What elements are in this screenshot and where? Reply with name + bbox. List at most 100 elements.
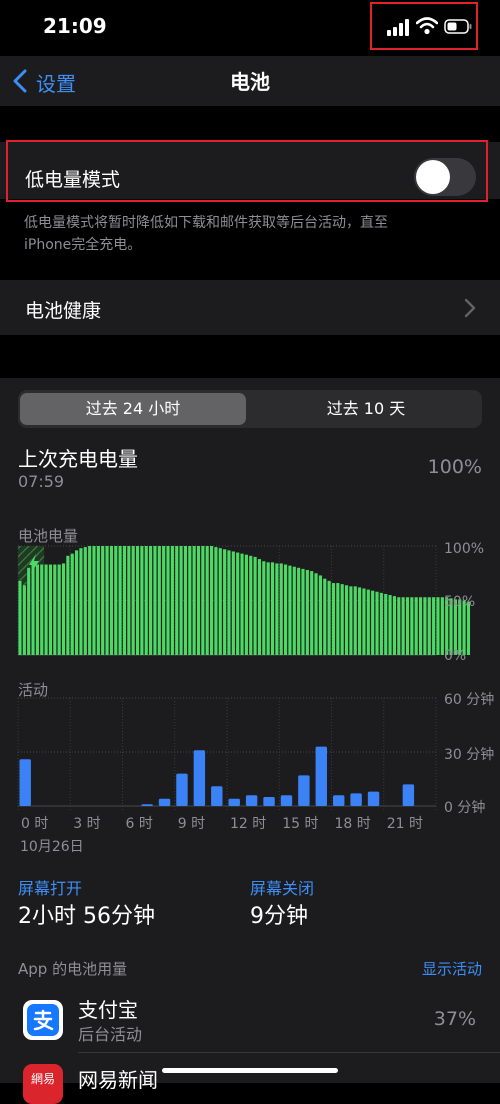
app-usage-title: App 的电池用量 xyxy=(18,960,128,978)
activity-bar xyxy=(280,795,293,806)
y-tick-label: 60 分钟 xyxy=(444,691,494,708)
battery-level-bar xyxy=(162,546,166,655)
battery-level-bar xyxy=(270,562,275,655)
battery-level-bar xyxy=(240,553,244,655)
battery-level-bar xyxy=(358,587,362,655)
y-tick-label: 0 分钟 xyxy=(444,799,485,816)
screen-on-value: 2小时 56分钟 xyxy=(18,904,155,929)
battery-level-bar xyxy=(297,567,301,655)
battery-level-bar xyxy=(44,564,48,655)
battery-level-bar xyxy=(275,563,279,655)
battery-level-bar xyxy=(236,552,240,655)
battery-level-bar xyxy=(253,556,257,655)
battery-level-bar xyxy=(209,546,214,655)
battery-level-bar xyxy=(70,553,74,655)
battery-level-chart: 100% 50% 0% xyxy=(17,541,484,664)
activity-chart: 60 分钟 30 分钟 0 分钟 0 时 3 时 6 时 9 时 12 时 15 时 18 … xyxy=(17,691,494,832)
status-icons-highlight xyxy=(370,2,478,50)
battery-level-bar xyxy=(432,597,436,655)
battery-level-bar xyxy=(183,546,188,655)
battery-level-bar xyxy=(66,555,70,655)
battery-level-bar xyxy=(223,549,227,655)
app-percent: 37% xyxy=(433,1008,476,1030)
battery-level-bar xyxy=(157,546,161,655)
screen-off-value: 9分钟 xyxy=(250,904,308,929)
activity-bar xyxy=(228,798,240,806)
battery-level-bar xyxy=(423,597,427,655)
battery-level-bar xyxy=(166,546,170,655)
tab-24-hours[interactable]: 过去 24 小时 xyxy=(20,393,246,425)
battery-level-bar xyxy=(101,546,105,655)
battery-level-bar xyxy=(92,546,96,655)
battery-level-bar xyxy=(327,580,331,655)
activity-bar xyxy=(315,746,327,806)
battery-level-bar xyxy=(397,597,401,655)
battery-level-bar xyxy=(192,546,196,655)
battery-level-bar xyxy=(153,546,157,655)
page-title: 电池 xyxy=(230,70,270,94)
row-divider xyxy=(78,1052,500,1053)
x-tick-label: 9 时 xyxy=(178,816,205,832)
home-indicator xyxy=(162,1068,338,1073)
battery-level-bar xyxy=(436,597,440,655)
battery-level-bar xyxy=(401,597,405,655)
status-time: 21:09 xyxy=(43,14,107,38)
x-tick-label: 18 时 xyxy=(335,816,371,832)
battery-level-bar xyxy=(344,585,349,655)
battery-level-bar xyxy=(305,569,309,655)
battery-level-bar xyxy=(288,565,292,655)
show-activity-button[interactable]: 显示活动 xyxy=(380,958,482,979)
tab-10-days[interactable]: 过去 10 天 xyxy=(252,393,480,425)
battery-level-bar xyxy=(118,546,122,655)
activity-bar xyxy=(350,793,362,806)
battery-level-bar xyxy=(262,561,266,655)
battery-level-bar xyxy=(96,546,100,655)
y-tick-label: 50% xyxy=(444,594,475,610)
x-tick-label: 0 时 xyxy=(21,816,48,832)
last-charge-value: 100% xyxy=(427,456,482,478)
activity-bar xyxy=(298,775,310,806)
battery-level-bar xyxy=(114,546,118,655)
battery-level-bar xyxy=(244,554,248,655)
activity-bar xyxy=(141,804,153,806)
battery-level-bar xyxy=(371,590,375,655)
activity-bar xyxy=(367,791,380,806)
battery-level-bar xyxy=(427,597,431,655)
toggle-knob xyxy=(416,160,450,194)
battery-level-bar xyxy=(170,546,174,655)
wifi-icon xyxy=(416,17,438,35)
battery-level-bar xyxy=(227,550,231,655)
battery-level-bar xyxy=(323,578,327,655)
battery-level-bar xyxy=(353,586,357,655)
y-tick-label: 30 分钟 xyxy=(444,746,494,763)
chevron-right-icon xyxy=(464,298,476,318)
app-subtitle: 后台活动 xyxy=(78,1025,143,1044)
battery-level-bar xyxy=(75,550,79,655)
activity-bar xyxy=(19,759,31,806)
status-bar: 21:09 xyxy=(0,0,500,56)
battery-health-label: 电池健康 xyxy=(25,300,102,322)
y-tick-label: 0% xyxy=(444,648,466,664)
battery-level-bar xyxy=(140,546,144,655)
app-name: 支付宝 xyxy=(78,998,138,1022)
activity-bar xyxy=(158,798,171,806)
last-charge-time: 07:59 xyxy=(18,472,65,491)
last-charge-label: 上次充电电量 xyxy=(18,447,138,471)
chart-date-label: 10月26日 xyxy=(20,839,84,855)
battery-level-bar xyxy=(149,546,153,655)
battery-level-bar xyxy=(279,563,283,655)
battery-level-bar xyxy=(379,592,383,655)
battery-level-bar xyxy=(188,546,192,655)
battery-level-bar xyxy=(122,546,127,655)
charging-hatch xyxy=(18,546,23,581)
battery-level-bar xyxy=(340,584,344,655)
battery-level-bar xyxy=(318,575,322,655)
battery-level-bar xyxy=(284,564,288,655)
description-line-2: iPhone完全充电。 xyxy=(24,237,142,253)
description-line-1: 低电量模式将暂时降低如下载和邮件获取等后台活动，直至 xyxy=(24,215,388,231)
x-tick-label: 12 时 xyxy=(230,816,266,832)
battery-level-bar xyxy=(349,586,353,655)
battery-level-bar xyxy=(61,563,66,655)
app-name: 网易新闻 xyxy=(78,1068,158,1092)
battery-level-bar xyxy=(231,551,235,655)
